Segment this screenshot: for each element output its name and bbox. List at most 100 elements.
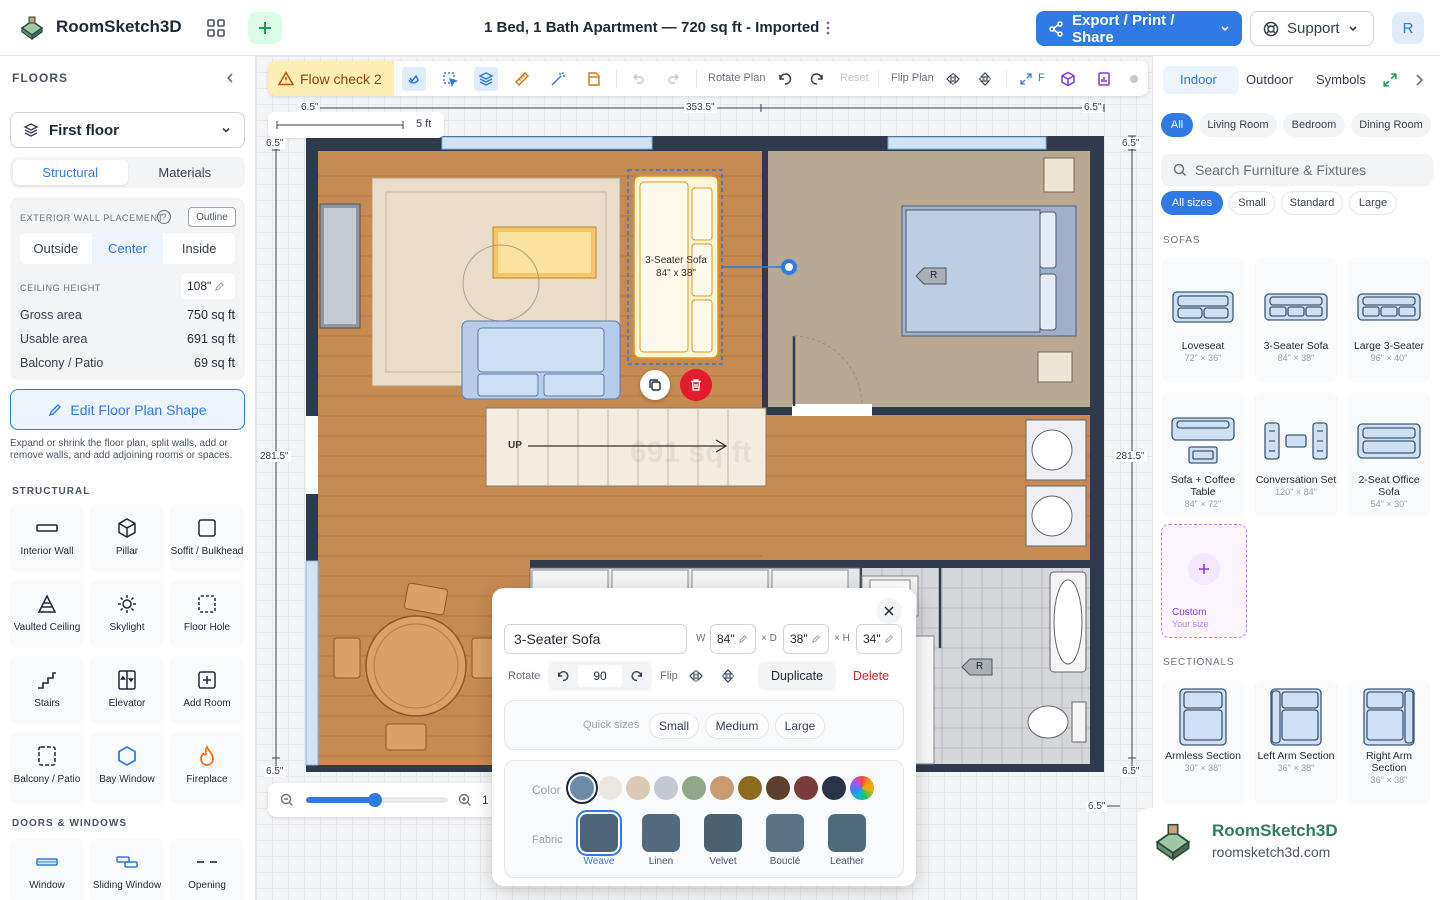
furniture-card-large-3-seater[interactable]: Large 3-Seater 96" × 40"	[1347, 258, 1431, 382]
height-input[interactable]: 34"	[856, 624, 902, 654]
user-avatar[interactable]: R	[1392, 12, 1424, 44]
fabric-boucle[interactable]	[766, 814, 804, 852]
outlet-tag[interactable]: R	[930, 270, 937, 281]
furniture-search-input[interactable]: Search Furniture & Fixtures	[1161, 154, 1433, 186]
furniture-card-conversation-set[interactable]: Conversation Set 120" × 84"	[1254, 392, 1338, 516]
custom-color-wheel[interactable]	[850, 776, 874, 800]
magic-wand-icon[interactable]	[546, 67, 570, 91]
zoom-slider-thumb[interactable]	[368, 793, 382, 807]
room-icon[interactable]	[582, 67, 606, 91]
tool-skylight[interactable]: Skylight	[90, 580, 164, 648]
quick-size-medium[interactable]: Medium	[705, 713, 769, 739]
furniture-card-3-seater[interactable]: 3-Seater Sofa 84" × 38"	[1254, 258, 1338, 382]
document-title[interactable]: 1 Bed, 1 Bath Apartment — 720 sq ft - Im…	[484, 19, 819, 36]
cube-3d-icon[interactable]	[1056, 67, 1080, 91]
ruler-icon[interactable]	[510, 67, 534, 91]
item-name-input[interactable]: 3-Seater Sofa	[504, 624, 687, 654]
magnet-icon[interactable]	[402, 67, 426, 91]
custom-size-card[interactable]: Custom Your size	[1161, 524, 1247, 638]
rotate-right-icon[interactable]	[805, 67, 829, 91]
tool-elevator[interactable]: Elevator	[90, 656, 164, 724]
furniture-card-office-sofa[interactable]: 2-Seat Office Sofa 54" × 30"	[1347, 392, 1431, 516]
tab-indoor[interactable]: Indoor	[1180, 72, 1217, 87]
chevron-right-icon[interactable]	[1413, 73, 1425, 87]
fabric-velvet[interactable]	[704, 814, 742, 852]
color-swatch[interactable]	[710, 776, 734, 800]
undo-icon[interactable]	[626, 67, 650, 91]
delete-button[interactable]: Delete	[846, 662, 896, 690]
zoom-slider[interactable]	[306, 793, 448, 807]
fabric-leather[interactable]	[828, 814, 866, 852]
grid-view-icon[interactable]	[198, 12, 234, 44]
help-icon[interactable]: ?	[157, 210, 171, 224]
tool-floor-hole[interactable]: Floor Hole	[170, 580, 244, 648]
color-swatch[interactable]	[738, 776, 762, 800]
duplicate-button[interactable]: Duplicate	[758, 662, 836, 690]
report-icon[interactable]	[1092, 67, 1116, 91]
quick-size-small[interactable]: Small	[649, 713, 699, 739]
ceiling-height-input[interactable]: 108"	[181, 273, 235, 299]
tab-structural[interactable]: Structural	[13, 160, 128, 185]
expand-icon[interactable]	[1383, 73, 1397, 87]
copy-button[interactable]	[640, 370, 670, 400]
edit-floor-plan-shape-button[interactable]: Edit Floor Plan Shape	[10, 389, 245, 430]
color-swatch[interactable]	[766, 776, 790, 800]
zoom-out-icon[interactable]	[280, 793, 294, 807]
furniture-card-left-arm[interactable]: Left Arm Section 36" × 38"	[1254, 680, 1338, 804]
tool-window[interactable]: Window	[10, 838, 84, 900]
color-swatch[interactable]	[794, 776, 818, 800]
flip-vertical-icon[interactable]	[973, 67, 997, 91]
redo-icon[interactable]	[662, 67, 686, 91]
tool-sliding-window[interactable]: Sliding Window	[90, 838, 164, 900]
room-filter-dining[interactable]: Dining Room	[1351, 113, 1431, 137]
tool-vaulted-ceiling[interactable]: Vaulted Ceiling	[10, 580, 84, 648]
tool-stairs[interactable]: Stairs	[10, 656, 84, 724]
tool-balcony[interactable]: Balcony / Patio	[10, 732, 84, 804]
color-swatch[interactable]	[626, 776, 650, 800]
tool-pillar[interactable]: Pillar	[90, 504, 164, 572]
rotate-left-icon[interactable]	[773, 67, 797, 91]
export-print-share-button[interactable]: Export / Print / Share	[1036, 11, 1242, 46]
room-filter-all[interactable]: All	[1161, 113, 1193, 137]
zoom-in-icon[interactable]	[458, 793, 472, 807]
color-swatch[interactable]	[566, 772, 598, 804]
floor-select[interactable]: First floor	[10, 112, 245, 148]
furniture-card-sofa-table[interactable]: Sofa + Coffee Table 84" × 72"	[1161, 392, 1245, 516]
reset-button[interactable]: Reset	[840, 72, 869, 84]
select-icon[interactable]	[438, 67, 462, 91]
add-plan-button[interactable]	[248, 12, 282, 44]
outline-button[interactable]: Outline	[188, 207, 236, 227]
flip-horizontal-icon[interactable]	[941, 67, 965, 91]
placement-outside[interactable]: Outside	[20, 233, 92, 264]
size-filter-all[interactable]: All sizes	[1161, 191, 1223, 215]
size-filter-standard[interactable]: Standard	[1281, 191, 1343, 215]
support-button[interactable]: Support	[1250, 11, 1374, 46]
size-filter-large[interactable]: Large	[1349, 191, 1397, 215]
selected-sofa[interactable]: 3-Seater Sofa 84" x 38"	[640, 254, 712, 280]
room-filter-living[interactable]: Living Room	[1199, 113, 1277, 137]
more-vertical-icon[interactable]	[820, 14, 836, 42]
tab-symbols[interactable]: Symbols	[1316, 72, 1366, 87]
chevron-left-icon[interactable]	[222, 68, 238, 88]
tool-bay-window[interactable]: Bay Window	[90, 732, 164, 804]
furniture-card-right-arm[interactable]: Right Arm Section 36" × 38"	[1347, 680, 1431, 804]
rotate-right-icon[interactable]	[630, 669, 644, 683]
tab-materials[interactable]: Materials	[128, 160, 243, 185]
tool-fireplace[interactable]: Fireplace	[170, 732, 244, 804]
flip-horizontal-icon[interactable]	[688, 668, 704, 684]
color-swatch[interactable]	[598, 776, 622, 800]
size-filter-small[interactable]: Small	[1229, 191, 1275, 215]
tool-add-room[interactable]: Add Room	[170, 656, 244, 724]
flip-vertical-icon[interactable]	[720, 668, 736, 684]
layers-icon[interactable]	[474, 67, 498, 91]
app-logo-icon[interactable]	[18, 14, 46, 42]
rotate-value-input[interactable]: 90	[578, 665, 622, 687]
flow-check-button[interactable]: Flow check 2	[268, 61, 394, 96]
quick-size-large[interactable]: Large	[775, 713, 825, 739]
color-swatch[interactable]	[682, 776, 706, 800]
fabric-linen[interactable]	[642, 814, 680, 852]
close-popup-button[interactable]	[876, 598, 902, 624]
rotate-left-icon[interactable]	[556, 669, 570, 683]
room-filter-bedroom[interactable]: Bedroom	[1283, 113, 1345, 137]
furniture-card-loveseat[interactable]: Loveseat 72" × 36"	[1161, 258, 1245, 382]
